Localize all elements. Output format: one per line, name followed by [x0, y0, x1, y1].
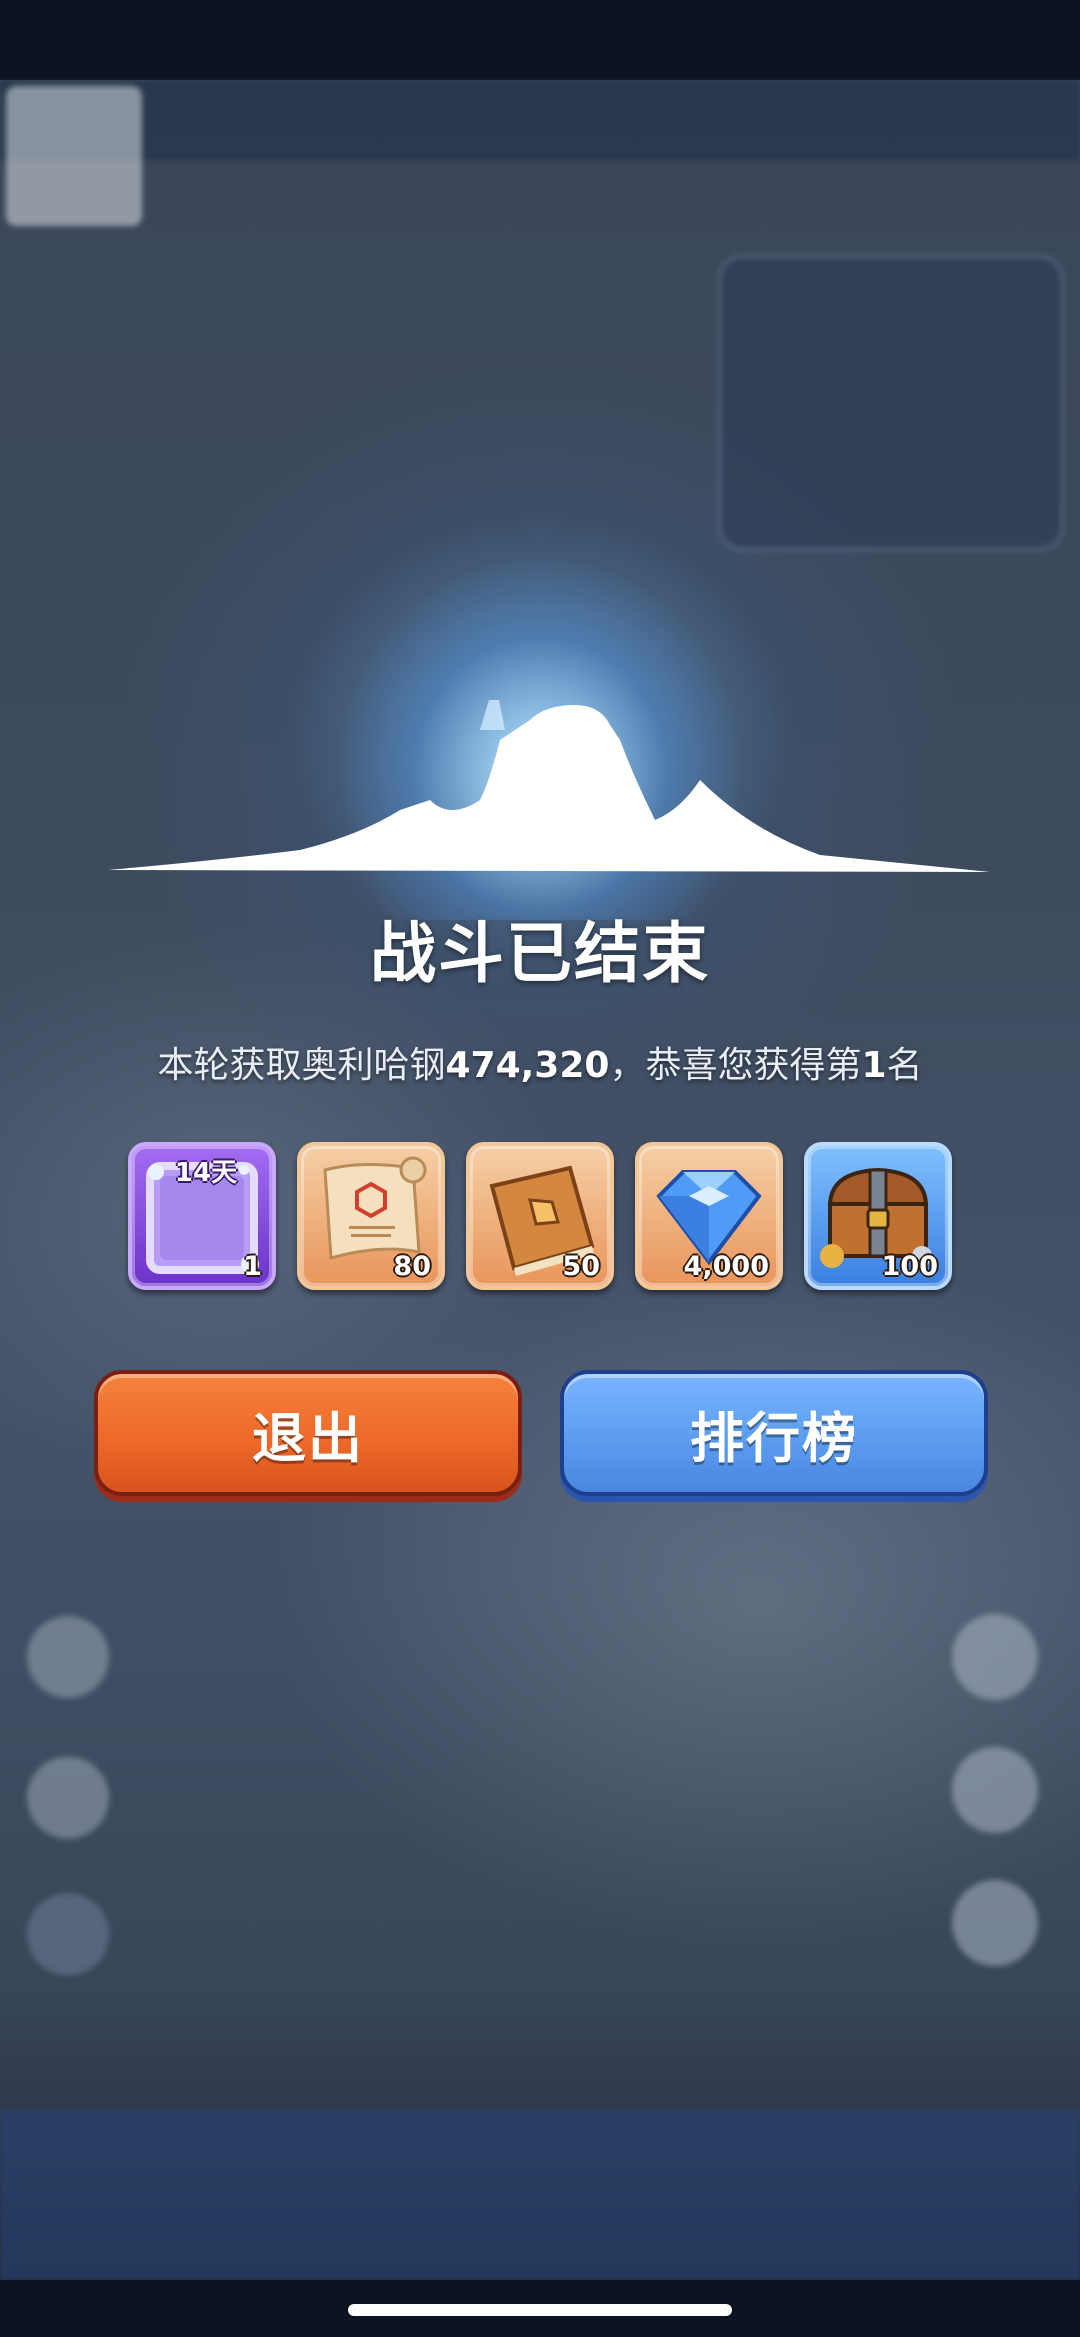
- blurred-hud: [0, 80, 1080, 160]
- reward-item-chest[interactable]: 100: [804, 1142, 952, 1290]
- victory-banner-icon: [108, 700, 990, 872]
- summary-middle: ，恭喜您获得第: [609, 1045, 862, 1086]
- blurred-side-icons-left: [18, 1600, 118, 1980]
- blurred-side-icons-right: [940, 1600, 1050, 1980]
- reward-item-scroll[interactable]: 80: [297, 1142, 445, 1290]
- reward-qty: 50: [562, 1251, 600, 1282]
- reward-qty: 80: [393, 1251, 431, 1282]
- exit-button-label: 退出: [252, 1406, 364, 1470]
- ranking-button[interactable]: 排行榜: [560, 1370, 988, 1496]
- home-indicator[interactable]: [348, 2304, 732, 2316]
- summary-prefix: 本轮获取奥利哈钢: [157, 1045, 446, 1086]
- reward-qty: 1: [243, 1251, 262, 1282]
- result-summary: 本轮获取奥利哈钢474,320，恭喜您获得第1名: [0, 1036, 1080, 1088]
- reward-item-diamond[interactable]: 4,000: [635, 1142, 783, 1290]
- status-bar: [0, 0, 1080, 80]
- reward-item-avatar-frame[interactable]: 14天 1: [128, 1142, 276, 1290]
- exit-button[interactable]: 退出: [94, 1370, 522, 1496]
- reward-item-book[interactable]: 50: [466, 1142, 614, 1290]
- blurred-avatar: [6, 86, 142, 226]
- blurred-minimap: [718, 255, 1064, 551]
- summary-rank: 1: [861, 1045, 887, 1086]
- reward-qty: 100: [881, 1251, 938, 1282]
- reward-list: 14天 1 80 50 4,000 100: [128, 1142, 952, 1290]
- ranking-button-label: 排行榜: [690, 1406, 858, 1470]
- summary-suffix: 名: [886, 1045, 923, 1086]
- duration-badge: 14天: [174, 1158, 238, 1188]
- reward-qty: 4,000: [683, 1251, 769, 1282]
- page-title: 战斗已结束: [370, 915, 710, 992]
- summary-amount: 474,320: [445, 1045, 610, 1086]
- blurred-bottom-nav: [0, 2110, 1080, 2280]
